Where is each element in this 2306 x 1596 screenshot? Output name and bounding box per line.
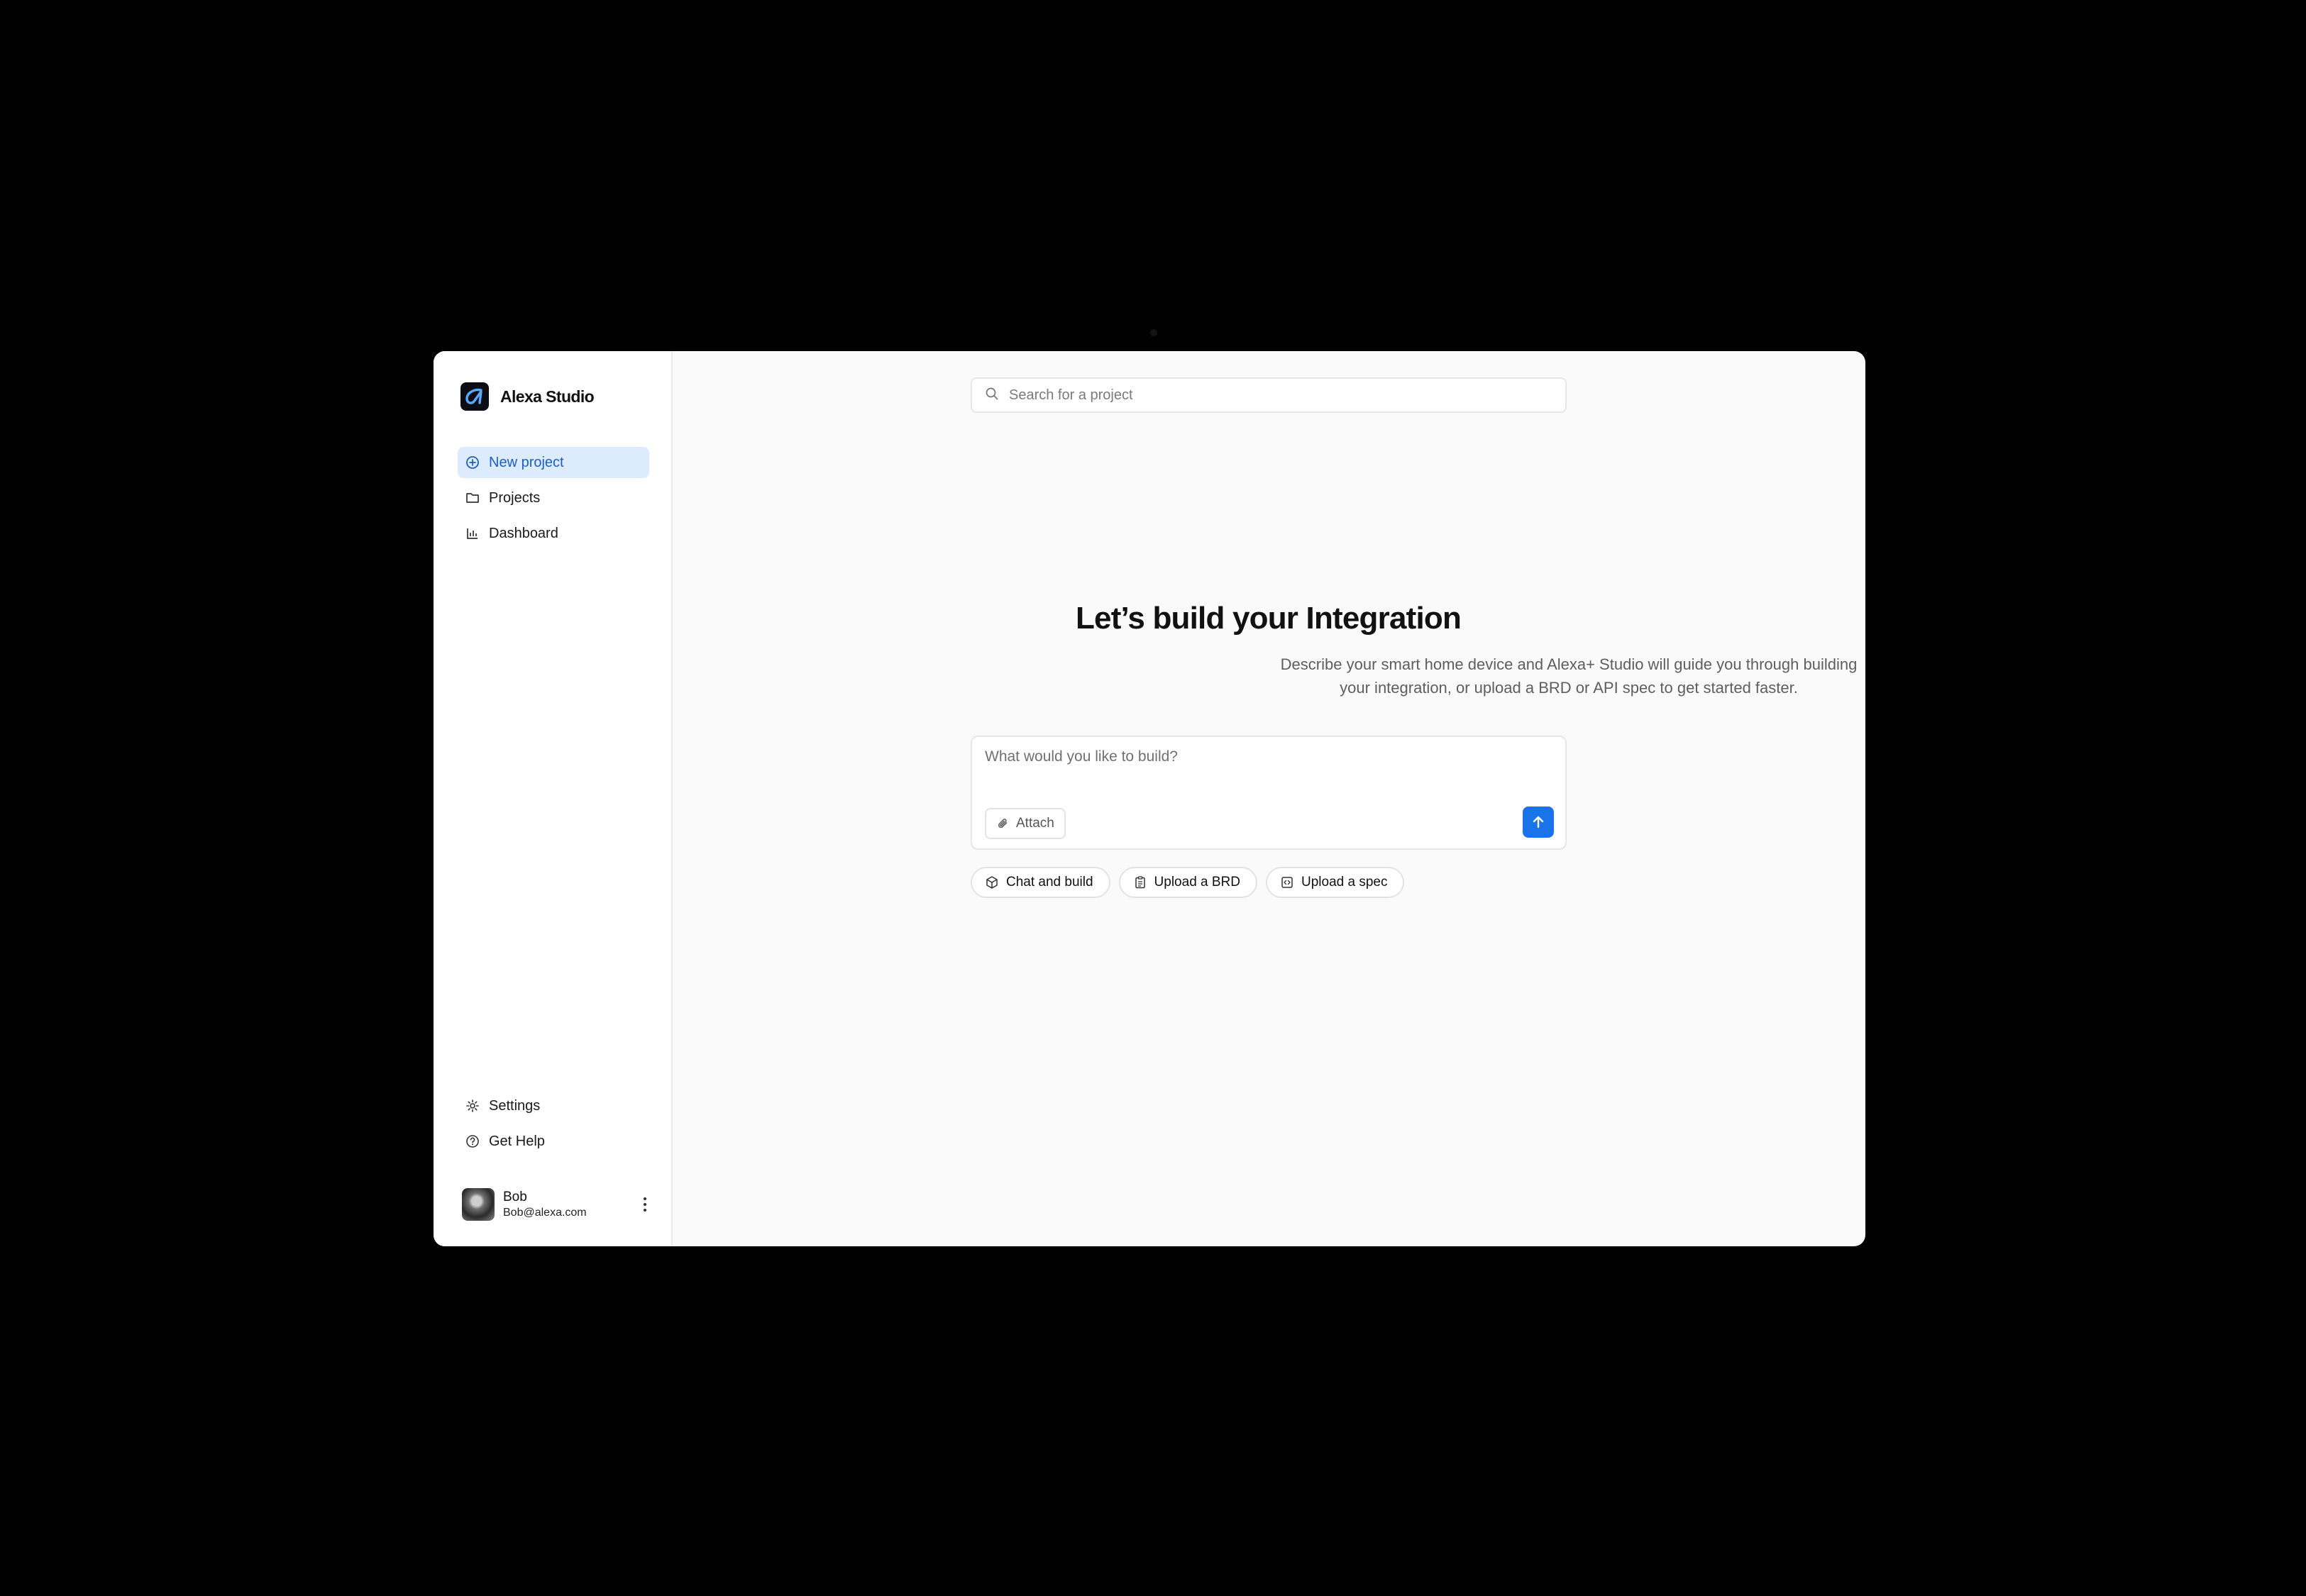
code-file-icon	[1280, 875, 1294, 890]
arrow-up-icon	[1530, 814, 1546, 830]
attach-button[interactable]: Attach	[985, 808, 1066, 839]
search-bar[interactable]	[971, 377, 1567, 413]
page-description: Describe your smart home device and Alex…	[1280, 655, 1858, 697]
bar-chart-icon	[465, 526, 480, 541]
sidebar: Alexa Studio New project Projects Dashbo…	[434, 351, 673, 1246]
chip-label: Upload a spec	[1301, 875, 1388, 890]
nav-label: Settings	[489, 1097, 541, 1114]
clipboard-icon	[1133, 875, 1147, 890]
app-window: Alexa Studio New project Projects Dashbo…	[434, 351, 1865, 1246]
brand[interactable]: Alexa Studio	[460, 382, 595, 411]
nav-item-settings[interactable]: Settings	[458, 1090, 649, 1121]
paperclip-icon	[996, 816, 1010, 831]
nav-label: New project	[489, 454, 564, 470]
nav-label: Dashboard	[489, 525, 558, 541]
avatar	[462, 1188, 495, 1221]
user-profile[interactable]: Bob Bob@alexa.com	[462, 1185, 653, 1224]
upload-spec-button[interactable]: Upload a spec	[1266, 867, 1405, 898]
gear-icon	[465, 1098, 480, 1114]
more-vertical-icon[interactable]	[636, 1192, 653, 1217]
page-title: Let’s build your Integration	[1075, 601, 1462, 636]
help-circle-icon	[465, 1134, 480, 1149]
chip-label: Chat and build	[1006, 875, 1093, 890]
nav-item-dashboard[interactable]: Dashboard	[458, 518, 649, 549]
prompt-input[interactable]	[983, 747, 1554, 792]
upload-brd-button[interactable]: Upload a BRD	[1118, 867, 1257, 898]
nav-label: Get Help	[489, 1133, 545, 1149]
quick-actions: Chat and build Upload a BRD Upload a spe…	[971, 867, 1405, 898]
alexa-logo-icon	[460, 382, 489, 411]
bottom-nav: Settings Get Help	[458, 1090, 649, 1161]
folder-icon	[465, 490, 480, 506]
search-input[interactable]	[1008, 386, 1550, 404]
app-name: Alexa Studio	[500, 387, 595, 406]
plus-circle-icon	[465, 455, 480, 470]
user-name: Bob	[503, 1190, 527, 1204]
nav-item-get-help[interactable]: Get Help	[458, 1126, 649, 1157]
main-nav: New project Projects Dashboard	[458, 447, 649, 553]
chat-and-build-button[interactable]: Chat and build	[971, 867, 1110, 898]
attach-label: Attach	[1016, 816, 1054, 831]
user-email: Bob@alexa.com	[503, 1207, 587, 1219]
user-info: Bob Bob@alexa.com	[503, 1189, 587, 1220]
camera-dot	[1150, 329, 1157, 336]
chip-label: Upload a BRD	[1154, 875, 1240, 890]
search-icon	[985, 387, 999, 404]
nav-label: Projects	[489, 489, 541, 506]
send-button[interactable]	[1523, 807, 1554, 838]
cube-icon	[985, 875, 999, 890]
nav-item-projects[interactable]: Projects	[458, 482, 649, 514]
prompt-composer: Attach	[971, 736, 1567, 850]
nav-item-new-project[interactable]: New project	[458, 447, 649, 478]
